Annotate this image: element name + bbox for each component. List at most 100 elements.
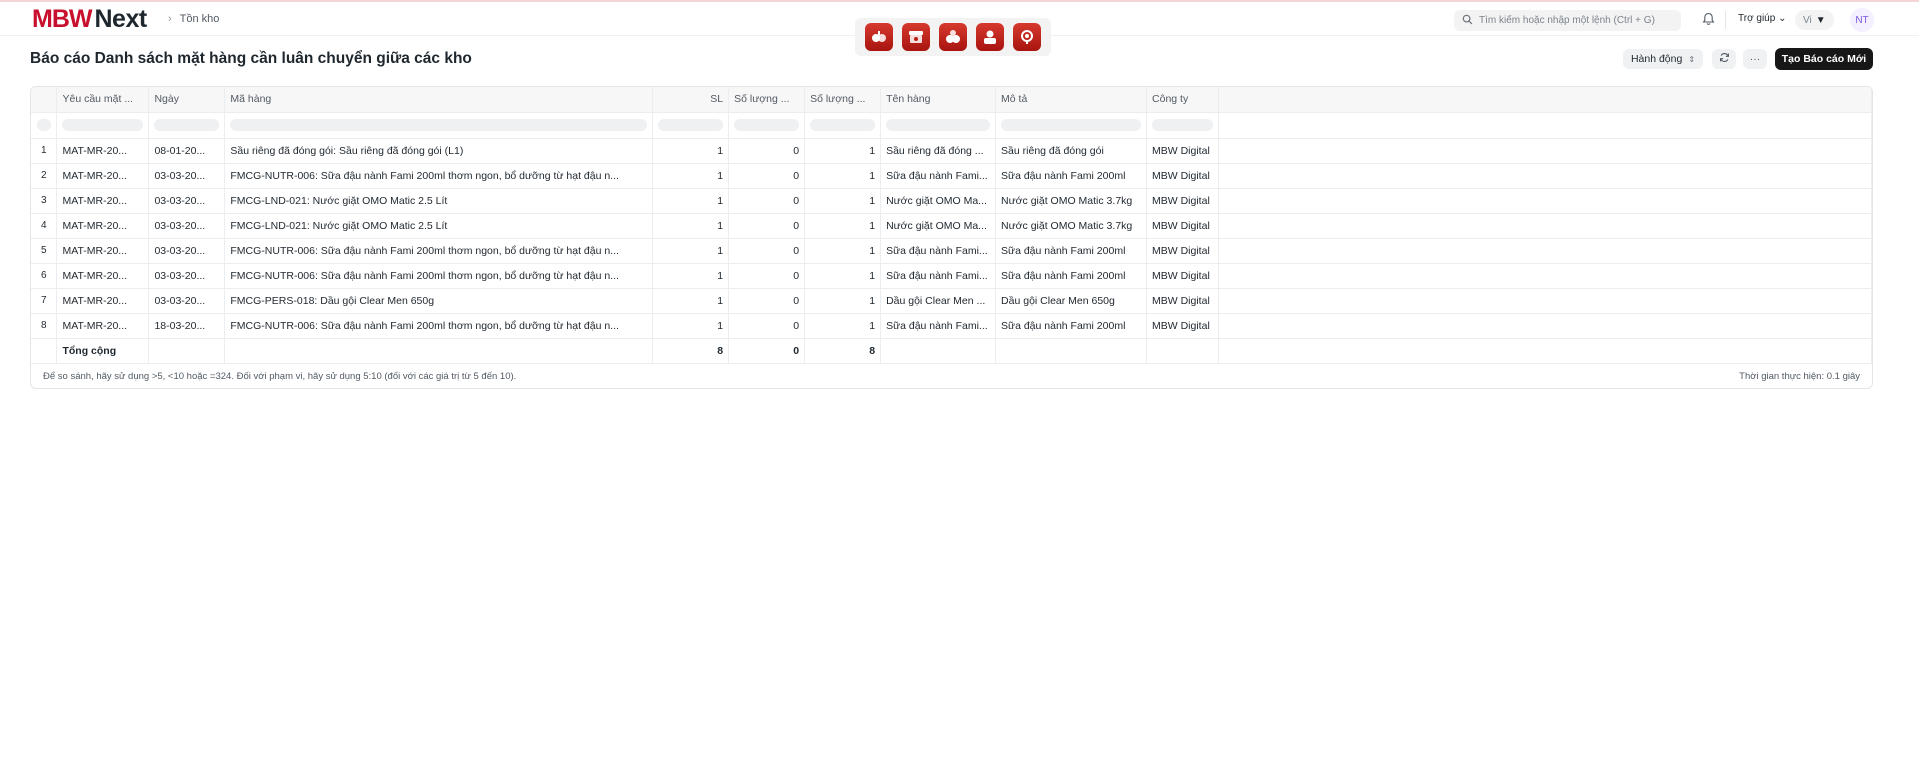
table-cell[interactable]: 0 [728,263,806,289]
table-cell[interactable]: FMCG-LND-021: Nước giặt OMO Matic 2.5 Lí… [224,213,654,239]
column-header[interactable]: Yêu cầu mặt ... [56,87,150,113]
table-cell[interactable]: MAT-MR-20... [56,138,150,164]
table-cell[interactable]: Sầu riêng đã đóng gói [995,138,1148,164]
app-logo[interactable]: MBW Next [32,5,147,33]
table-cell[interactable]: Nước giặt OMO Matic 3.7kg [995,213,1148,239]
table-cell[interactable]: 0 [728,313,806,339]
table-cell[interactable]: 08-01-20... [148,138,226,164]
table-cell[interactable]: 0 [728,213,806,239]
table-cell[interactable]: MAT-MR-20... [56,313,150,339]
table-cell[interactable]: 1 [652,238,730,264]
table-cell[interactable]: MAT-MR-20... [56,263,150,289]
app-icon-4[interactable] [975,23,1004,51]
search-bar[interactable] [1454,10,1681,31]
table-row[interactable]: 8 MAT-MR-20... 18-03-20... FMCG-NUTR-006: S… [31,313,1872,339]
column-header[interactable]: Mã hàng [224,87,654,113]
table-cell[interactable]: 03-03-20... [148,188,226,214]
table-cell[interactable]: MBW Digital [1146,138,1219,164]
table-cell[interactable]: MAT-MR-20... [56,188,150,214]
table-cell[interactable]: FMCG-LND-021: Nước giặt OMO Matic 2.5 Lí… [224,188,654,214]
table-cell[interactable]: 18-03-20... [148,313,226,339]
table-row[interactable]: 3 MAT-MR-20... 03-03-20... FMCG-LND-021: Nư… [31,188,1872,214]
table-cell[interactable]: Sữa đậu nành Fami 200ml [995,263,1148,289]
table-cell[interactable]: 1 [652,313,730,339]
filter-input[interactable] [728,112,806,139]
filter-input[interactable] [995,112,1148,139]
table-cell[interactable]: 0 [728,188,806,214]
table-row[interactable]: 6 MAT-MR-20... 03-03-20... FMCG-NUTR-006: S… [31,263,1872,289]
filter-input[interactable] [880,112,997,139]
table-cell[interactable]: 03-03-20... [148,163,226,189]
table-cell[interactable]: Sữa đậu nành Fami... [880,163,997,189]
table-cell[interactable]: MBW Digital [1146,263,1219,289]
table-cell[interactable]: FMCG-PERS-018: Dầu gội Clear Men 650g [224,288,654,314]
table-cell[interactable]: Sữa đậu nành Fami... [880,313,997,339]
table-cell[interactable]: Sữa đậu nành Fami 200ml [995,238,1148,264]
app-icon-2[interactable] [902,23,931,51]
filter-input[interactable] [804,112,882,139]
app-icon-5[interactable] [1012,23,1041,51]
column-header[interactable]: Số lượng ... [728,87,806,113]
table-cell[interactable]: 1 [804,288,882,314]
table-row[interactable]: 2 MAT-MR-20... 03-03-20... FMCG-NUTR-006: S… [31,163,1872,189]
table-cell[interactable]: 1 [652,263,730,289]
table-cell[interactable]: MAT-MR-20... [56,213,150,239]
table-cell[interactable]: MBW Digital [1146,188,1219,214]
table-cell[interactable]: 1 [804,263,882,289]
table-row[interactable]: 7 MAT-MR-20... 03-03-20... FMCG-PERS-018: D… [31,288,1872,314]
table-cell[interactable]: 1 [652,163,730,189]
table-cell[interactable]: MAT-MR-20... [56,288,150,314]
table-cell[interactable]: MAT-MR-20... [56,163,150,189]
table-cell[interactable]: FMCG-NUTR-006: Sữa đậu nành Fami 200ml t… [224,313,654,339]
filter-input[interactable] [224,112,654,139]
table-cell[interactable]: Nước giặt OMO Ma... [880,213,997,239]
table-cell[interactable]: Sầu riêng đã đóng gói: Sầu riêng đã đóng… [224,138,654,164]
more-options-button[interactable]: ··· [1743,49,1767,69]
avatar[interactable]: NT [1850,8,1874,32]
table-cell[interactable]: Nước giặt OMO Matic 3.7kg [995,188,1148,214]
table-cell[interactable]: 0 [728,288,806,314]
table-cell[interactable]: 1 [804,238,882,264]
table-cell[interactable]: Dầu gội Clear Men 650g [995,288,1148,314]
filter-input[interactable] [1146,112,1219,139]
column-header[interactable]: Số lượng ... [804,87,882,113]
table-cell[interactable]: MBW Digital [1146,213,1219,239]
table-cell[interactable]: MBW Digital [1146,238,1219,264]
app-icon-3[interactable] [938,23,967,51]
table-cell[interactable]: 03-03-20... [148,213,226,239]
table-cell[interactable]: Sầu riêng đã đóng ... [880,138,997,164]
table-cell[interactable]: 1 [652,138,730,164]
table-cell[interactable]: Sữa đậu nành Fami... [880,238,997,264]
app-icon-1[interactable] [865,23,894,51]
refresh-button[interactable] [1712,49,1736,69]
table-cell[interactable]: 1 [652,188,730,214]
table-row[interactable]: 5 MAT-MR-20... 03-03-20... FMCG-NUTR-006: S… [31,238,1872,264]
table-cell[interactable]: 03-03-20... [148,238,226,264]
new-report-button[interactable]: Tạo Báo cáo Mới [1775,48,1873,70]
table-cell[interactable]: FMCG-NUTR-006: Sữa đậu nành Fami 200ml t… [224,163,654,189]
table-cell[interactable]: 1 [652,288,730,314]
table-cell[interactable]: FMCG-NUTR-006: Sữa đậu nành Fami 200ml t… [224,238,654,264]
help-dropdown[interactable]: Trợ giúp ⌄ [1738,13,1786,24]
column-header[interactable]: Công ty [1146,87,1219,113]
table-cell[interactable]: 03-03-20... [148,288,226,314]
column-header[interactable]: Mô tả [995,87,1148,113]
table-cell[interactable]: 0 [728,163,806,189]
language-selector[interactable]: Vi ▼ [1795,10,1834,30]
filter-input[interactable] [652,112,730,139]
column-header[interactable]: Ngày [148,87,226,113]
table-cell[interactable]: 1 [804,163,882,189]
table-cell[interactable]: Nước giặt OMO Ma... [880,188,997,214]
actions-dropdown-button[interactable]: Hành động ⇕ [1623,49,1703,69]
table-cell[interactable]: Sữa đậu nành Fami 200ml [995,313,1148,339]
table-cell[interactable]: Dầu gội Clear Men ... [880,288,997,314]
notification-bell-icon[interactable] [1702,12,1715,29]
table-cell[interactable]: 1 [804,213,882,239]
table-cell[interactable]: 1 [804,138,882,164]
breadcrumb-item-inventory[interactable]: Tồn kho [180,13,220,25]
table-cell[interactable]: FMCG-NUTR-006: Sữa đậu nành Fami 200ml t… [224,263,654,289]
table-cell[interactable]: MBW Digital [1146,288,1219,314]
column-header[interactable]: Tên hàng [880,87,997,113]
table-row[interactable]: 4 MAT-MR-20... 03-03-20... FMCG-LND-021: Nư… [31,213,1872,239]
table-cell[interactable]: 1 [652,213,730,239]
